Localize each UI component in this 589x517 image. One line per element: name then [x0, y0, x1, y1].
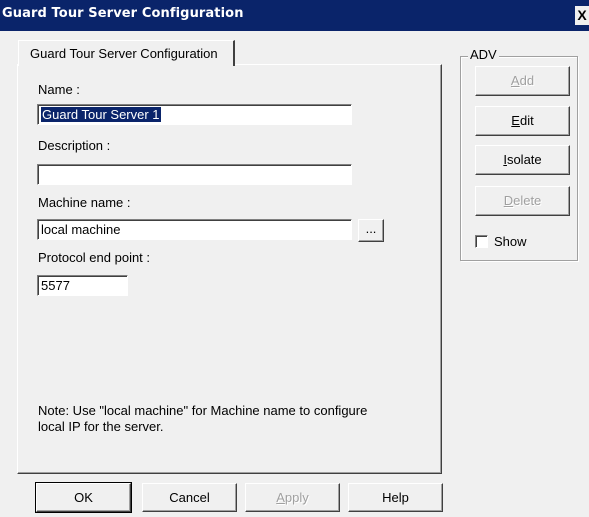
- show-checkbox-label[interactable]: Show: [494, 234, 527, 249]
- close-button[interactable]: X: [575, 6, 589, 25]
- apply-button-label: pply: [284, 490, 309, 505]
- cancel-button-label: Cancel: [169, 490, 210, 505]
- edit-button[interactable]: Edit: [475, 106, 570, 136]
- isolate-button-label: solate: [506, 152, 542, 167]
- tab-panel: [17, 64, 442, 474]
- dialog-window: Guard Tour Server Configuration X Guard …: [0, 0, 589, 517]
- add-button-mnemonic: A: [510, 73, 520, 88]
- adv-group-label: ADV: [468, 47, 499, 62]
- show-checkbox-mnemonic: S: [494, 234, 503, 249]
- apply-button[interactable]: Apply: [245, 483, 340, 512]
- tab-label: Guard Tour Server Configuration: [30, 46, 218, 61]
- edit-button-label: dit: [519, 113, 534, 128]
- isolate-button[interactable]: Isolate: [475, 145, 570, 175]
- ok-button-label: OK: [74, 490, 93, 505]
- cancel-button[interactable]: Cancel: [142, 483, 237, 512]
- show-checkbox[interactable]: [475, 235, 488, 248]
- close-icon: X: [577, 7, 587, 23]
- delete-button-mnemonic: D: [503, 193, 514, 208]
- add-button[interactable]: Add: [475, 66, 570, 96]
- ok-button[interactable]: OK: [35, 482, 132, 513]
- window-title: Guard Tour Server Configuration: [2, 6, 244, 21]
- add-button-label: dd: [519, 73, 535, 88]
- delete-button[interactable]: Delete: [475, 186, 570, 216]
- edit-button-mnemonic: E: [511, 113, 520, 128]
- help-button-label: Help: [382, 490, 409, 505]
- show-checkbox-label-rest: how: [502, 234, 527, 249]
- apply-button-mnemonic: A: [276, 490, 285, 505]
- tab-guard-tour-server-configuration[interactable]: Guard Tour Server Configuration: [18, 40, 235, 66]
- delete-button-label: elete: [513, 193, 542, 208]
- title-bar[interactable]: Guard Tour Server Configuration: [0, 0, 589, 31]
- help-button[interactable]: Help: [348, 483, 443, 512]
